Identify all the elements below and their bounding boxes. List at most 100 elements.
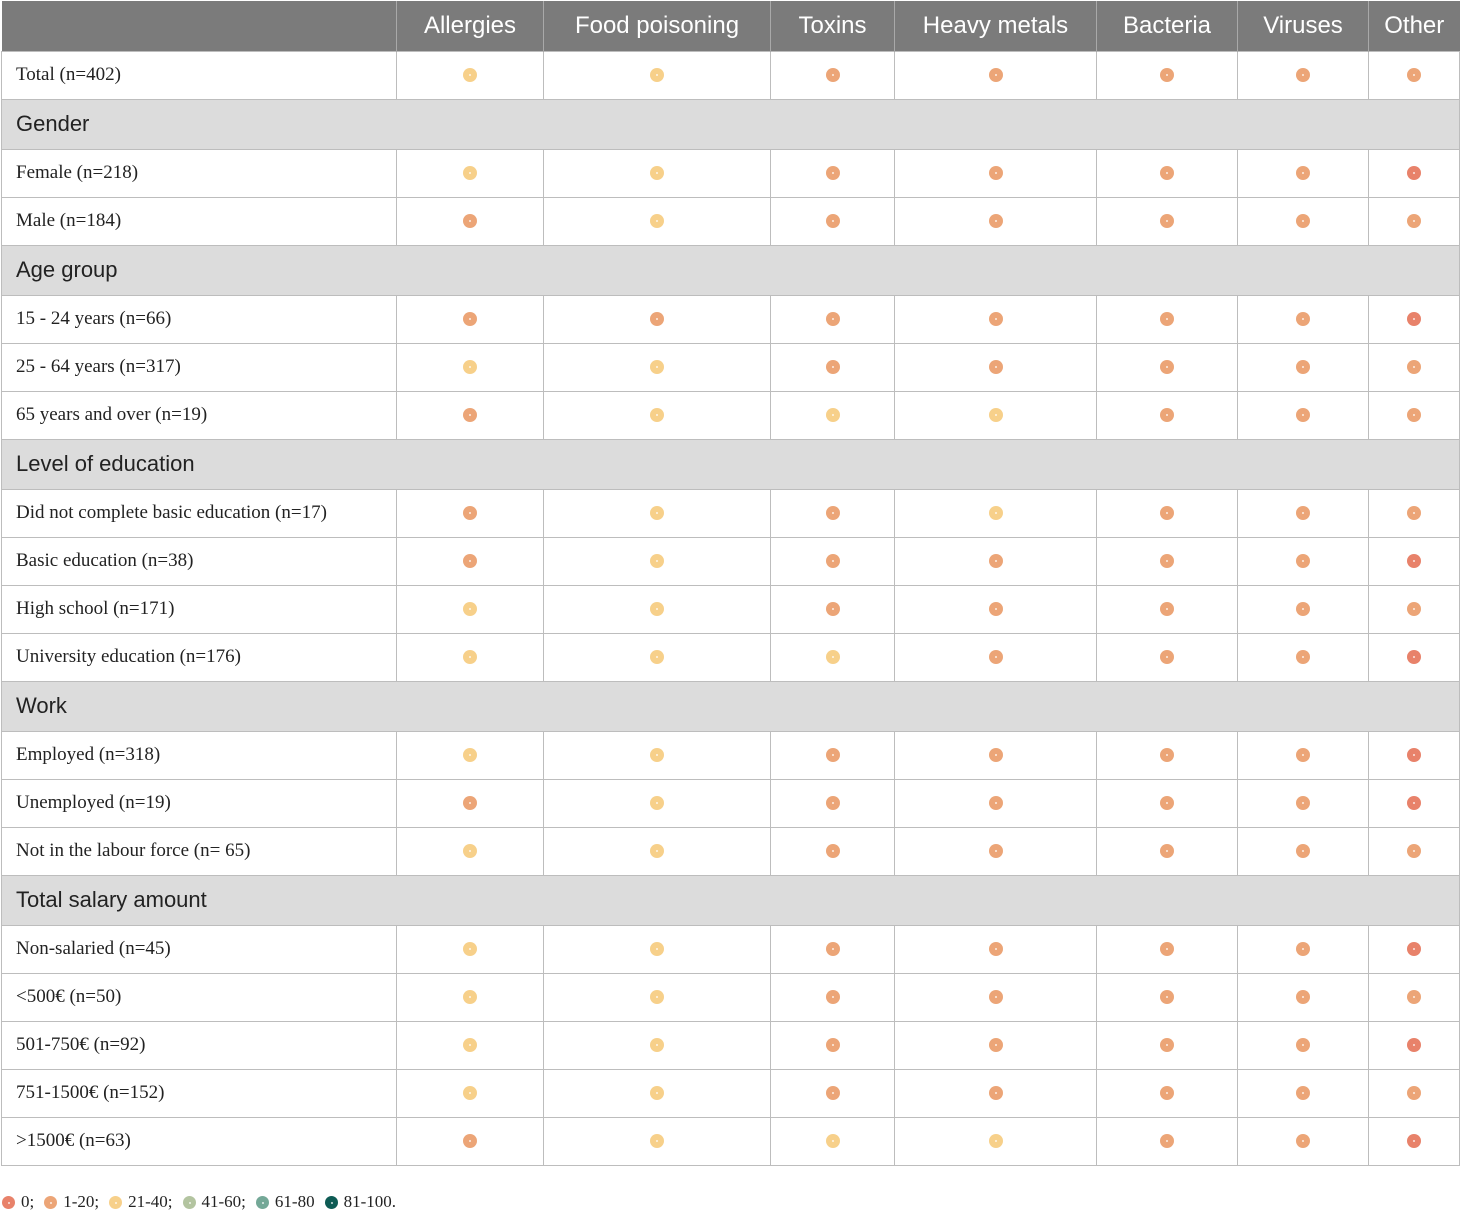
value-cell (770, 584, 895, 634)
level-dot-icon (463, 990, 477, 1005)
row-label: Employed (n=318) (1, 730, 397, 780)
row-label: Basic education (n=38) (1, 536, 397, 586)
level-dot-icon (1296, 360, 1310, 375)
level-dot-icon (1407, 214, 1421, 229)
value-cell (1237, 730, 1369, 780)
value-cell (894, 342, 1097, 392)
level-dot-icon (463, 312, 477, 327)
value-cell (1096, 924, 1238, 974)
table-row: 25 - 64 years (n=317) (1, 342, 1460, 392)
legend-dot-icon (109, 1195, 123, 1209)
level-dot-icon (1296, 748, 1310, 763)
value-cell (1368, 632, 1460, 682)
value-cell (1237, 196, 1369, 246)
value-cell (894, 730, 1097, 780)
row-label: Female (n=218) (1, 148, 397, 198)
value-cell (1237, 342, 1369, 392)
value-cell (396, 826, 544, 876)
header-cell: Food poisoning (543, 1, 771, 51)
level-dot-icon (1407, 68, 1421, 83)
level-dot-icon (988, 1134, 1003, 1149)
table-row: High school (n=171) (1, 584, 1460, 634)
value-cell (894, 826, 1097, 876)
level-dot-icon (1160, 602, 1174, 617)
section-title: Age group (1, 244, 1460, 296)
level-dot-icon (988, 68, 1003, 83)
value-cell (1237, 1020, 1369, 1070)
level-dot-icon (1160, 748, 1174, 763)
table-row: 751-1500€ (n=152) (1, 1068, 1460, 1118)
level-dot-icon (463, 1134, 477, 1149)
level-dot-icon (650, 1134, 664, 1149)
level-dot-icon (1407, 506, 1421, 521)
level-dot-icon (1160, 844, 1174, 859)
legend-item: 1-20; (44, 1192, 99, 1212)
level-dot-icon (825, 602, 840, 617)
value-cell (396, 536, 544, 586)
value-cell (770, 778, 895, 828)
level-dot-icon (1407, 844, 1421, 859)
value-cell (1368, 1020, 1460, 1070)
level-dot-icon (650, 748, 664, 763)
value-cell (543, 1116, 771, 1166)
value-cell (1096, 148, 1238, 198)
table-row: >1500€ (n=63) (1, 1116, 1460, 1166)
level-dot-icon (988, 408, 1003, 423)
level-dot-icon (650, 990, 664, 1005)
value-cell (770, 488, 895, 538)
level-dot-icon (988, 990, 1003, 1005)
value-cell (1237, 536, 1369, 586)
header-cell: Bacteria (1096, 1, 1238, 51)
value-cell (770, 632, 895, 682)
value-cell (396, 778, 544, 828)
legend-item: 61-80 (255, 1192, 315, 1212)
row-label: 501-750€ (n=92) (1, 1020, 397, 1070)
value-cell (1096, 1020, 1238, 1070)
table-body: Total (n=402) Gender Female (n=218) Male (n… (1, 50, 1460, 1166)
level-dot-icon (1160, 650, 1174, 665)
value-cell (894, 1020, 1097, 1070)
value-cell (894, 1116, 1097, 1166)
value-cell (543, 536, 771, 586)
legend-label: 0; (21, 1192, 35, 1211)
level-dot-icon (988, 602, 1003, 617)
value-cell (1237, 148, 1369, 198)
level-dot-icon (825, 844, 840, 859)
value-cell (1096, 196, 1238, 246)
value-cell (1368, 50, 1460, 100)
value-cell (396, 390, 544, 440)
table-row: Total (n=402) (1, 50, 1460, 100)
section-row: Work (1, 680, 1460, 732)
level-dot-icon (825, 650, 840, 665)
header-cell: Allergies (396, 1, 544, 51)
level-dot-icon (650, 554, 664, 569)
value-cell (1096, 1068, 1238, 1118)
level-dot-icon (1296, 942, 1310, 957)
value-cell (396, 1116, 544, 1166)
value-cell (543, 196, 771, 246)
value-cell (396, 924, 544, 974)
level-dot-icon (1296, 166, 1310, 181)
value-cell (543, 390, 771, 440)
value-cell (1096, 488, 1238, 538)
table-row: Employed (n=318) (1, 730, 1460, 780)
value-cell (1368, 1068, 1460, 1118)
value-cell (1368, 730, 1460, 780)
level-dot-icon (650, 408, 664, 423)
value-cell (543, 488, 771, 538)
header-row: Allergies Food poisoning Toxins Heavy me… (1, 1, 1460, 51)
value-cell (894, 50, 1097, 100)
row-label: 15 - 24 years (n=66) (1, 294, 397, 344)
table-row: 65 years and over (n=19) (1, 390, 1460, 440)
level-dot-icon (463, 796, 477, 811)
value-cell (396, 1020, 544, 1070)
value-cell (770, 1068, 895, 1118)
value-cell (1096, 50, 1238, 100)
level-dot-icon (988, 942, 1003, 957)
value-cell (770, 294, 895, 344)
level-dot-icon (650, 360, 664, 375)
level-dot-icon (650, 214, 664, 229)
value-cell (1237, 294, 1369, 344)
level-dot-icon (650, 844, 664, 859)
section-title: Total salary amount (1, 874, 1460, 926)
